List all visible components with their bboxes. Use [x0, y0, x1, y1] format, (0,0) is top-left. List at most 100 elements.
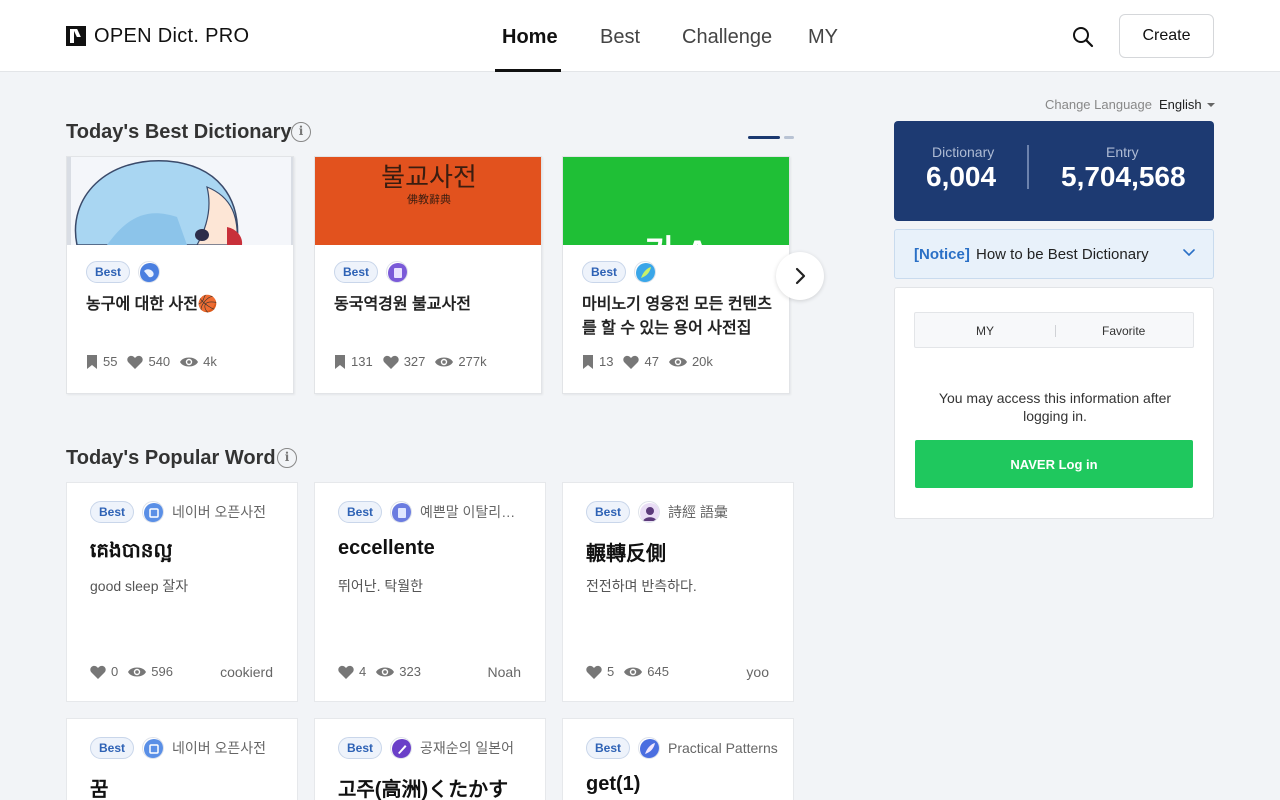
dictionary-cover-image: 가 A [563, 157, 789, 245]
quill-avatar-icon [638, 737, 661, 759]
create-button[interactable]: Create [1119, 14, 1214, 58]
nav-active-indicator [495, 69, 561, 72]
source-dictionary-name[interactable]: 네이버 오픈사전 [172, 738, 266, 758]
heart-icon [90, 665, 106, 679]
author-name[interactable]: Noah [488, 664, 521, 680]
bookmark-count: 55 [103, 354, 118, 369]
word-title: eccellente [338, 537, 435, 559]
best-badge: Best [90, 737, 135, 759]
language-select[interactable]: English [1159, 97, 1202, 112]
best-badge: Best [582, 261, 627, 283]
eye-icon [128, 667, 147, 676]
word-title: គេងបានល្អ [90, 540, 173, 562]
word-title: 고주(高洲)くたかす [338, 779, 509, 800]
word-title: 꿈 [90, 779, 109, 800]
dictionary-stats-panel: Dictionary 6,004 Entry 5,704,568 [894, 121, 1214, 221]
notice-banner[interactable]: [Notice] How to be Best Dictionary [894, 229, 1214, 279]
source-dictionary-name[interactable]: 공재순의 일본어 [420, 738, 514, 758]
nav-home[interactable]: Home [502, 26, 558, 49]
eye-icon [668, 357, 687, 366]
portrait-avatar-icon [638, 501, 661, 523]
view-count: 323 [399, 664, 421, 679]
book-avatar-icon [386, 261, 409, 283]
bookmark-icon [583, 354, 593, 369]
feather-avatar-icon [634, 261, 657, 283]
heart-icon [586, 665, 602, 679]
my-favorite-tabs: MY Favorite [914, 312, 1194, 348]
caret-down-icon[interactable] [1207, 103, 1215, 107]
source-dictionary-name[interactable]: 네이버 오픈사전 [172, 502, 266, 522]
dictionary-count-value: 6,004 [926, 161, 997, 192]
logo[interactable]: OPEN Dict. PRO [66, 24, 249, 48]
cover-subtitle: 佛教辭典 [407, 193, 451, 206]
best-badge: Best [338, 501, 383, 523]
pager-dot[interactable] [784, 136, 794, 139]
word-definition: good sleep 잘자 [90, 578, 189, 594]
like-count: 4 [359, 664, 367, 679]
best-dictionary-title: Today's Best Dictionary [66, 121, 292, 143]
nav-challenge[interactable]: Challenge [682, 26, 772, 49]
author-name[interactable]: cookierd [220, 664, 273, 680]
tab-my[interactable]: MY [976, 324, 994, 338]
word-card[interactable]: Best 詩經 語彙 輾轉反側 전전하며 반측하다. 5 645 yoo [562, 482, 794, 702]
word-definition: 뛰어난. 탁월한 [338, 578, 424, 594]
naver-logo-icon [66, 26, 86, 46]
stats-divider [1027, 145, 1029, 189]
dictionary-title: 마비노기 영웅전 모든 컨텐츠를 할 수 있는 용어 사전집 [582, 296, 772, 337]
view-count: 645 [647, 664, 669, 679]
view-count: 277k [458, 354, 487, 369]
heart-icon [623, 355, 640, 369]
word-card[interactable]: Best Practical Patterns get(1) [562, 718, 794, 800]
dictionary-count-label: Dictionary [932, 144, 995, 160]
info-icon[interactable]: i [291, 122, 311, 142]
nav-best[interactable]: Best [600, 26, 640, 49]
globe-avatar-icon [138, 261, 161, 283]
carousel-next-button[interactable] [776, 252, 824, 300]
cover-title: 불교사전 [381, 163, 477, 193]
notice-tag: [Notice] [914, 246, 970, 263]
naver-login-button[interactable]: NAVER Log in [915, 440, 1193, 488]
search-icon[interactable] [1072, 26, 1094, 48]
best-badge: Best [334, 261, 379, 283]
tab-favorite[interactable]: Favorite [1102, 324, 1145, 338]
carousel-pager[interactable] [748, 136, 794, 139]
word-title: 輾轉反側 [586, 543, 666, 565]
top-header: OPEN Dict. PRO Home Best Challenge MY Cr… [0, 0, 1280, 72]
author-name[interactable]: yoo [746, 664, 769, 680]
best-badge: Best [586, 501, 631, 523]
nav-my[interactable]: MY [808, 26, 838, 49]
like-count: 0 [111, 664, 119, 679]
chevron-down-icon[interactable] [1182, 248, 1196, 258]
dictionary-card[interactable]: 가 A Best 마비노기 영웅전 모든 컨텐츠를 할 수 있는 용어 사전집 … [562, 156, 790, 394]
bookmark-count: 131 [351, 354, 373, 369]
dictionary-title: 동국역경원 불교사전 [334, 296, 471, 313]
naver-dict-avatar-icon [142, 501, 165, 523]
entry-count-label: Entry [1106, 144, 1139, 160]
notice-text: How to be Best Dictionary [976, 246, 1149, 263]
source-dictionary-name[interactable]: 詩經 語彙 [668, 502, 728, 522]
view-count: 596 [151, 664, 173, 679]
dictionary-title: 농구에 대한 사전🏀 [86, 296, 218, 313]
source-dictionary-name[interactable]: Practical Patterns [668, 740, 778, 756]
change-language-label: Change Language [1045, 97, 1152, 112]
like-count: 540 [148, 354, 171, 369]
source-dictionary-name[interactable]: 예쁜말 이탈리아어 [420, 502, 524, 522]
word-card[interactable]: Best 네이버 오픈사전 꿈 [66, 718, 298, 800]
dictionary-card[interactable]: 불교사전 佛教辭典 Best 동국역경원 불교사전 131 327 277k [314, 156, 542, 394]
chevron-right-icon [795, 267, 806, 285]
dictionary-card[interactable]: Best 농구에 대한 사전🏀 55 540 4k [66, 156, 294, 394]
heart-icon [383, 355, 399, 369]
popular-word-title: Today's Popular Word [66, 447, 276, 469]
word-card[interactable]: Best 예쁜말 이탈리아어 eccellente 뛰어난. 탁월한 4 323… [314, 482, 546, 702]
word-card[interactable]: Best 네이버 오픈사전 គេងបានល្អ good sleep 잘자 0 … [66, 482, 298, 702]
word-title: get(1) [586, 773, 641, 795]
info-icon[interactable]: i [277, 448, 297, 468]
heart-icon [127, 355, 144, 369]
pen-avatar-icon [390, 737, 413, 759]
word-card[interactable]: Best 공재순의 일본어 고주(高洲)くたかす [314, 718, 546, 800]
best-badge: Best [90, 501, 135, 523]
my-panel: MY Favorite You may access this informat… [894, 287, 1214, 519]
bookmark-icon [87, 354, 97, 369]
heart-icon [338, 665, 354, 679]
pager-dot-active[interactable] [748, 136, 780, 139]
